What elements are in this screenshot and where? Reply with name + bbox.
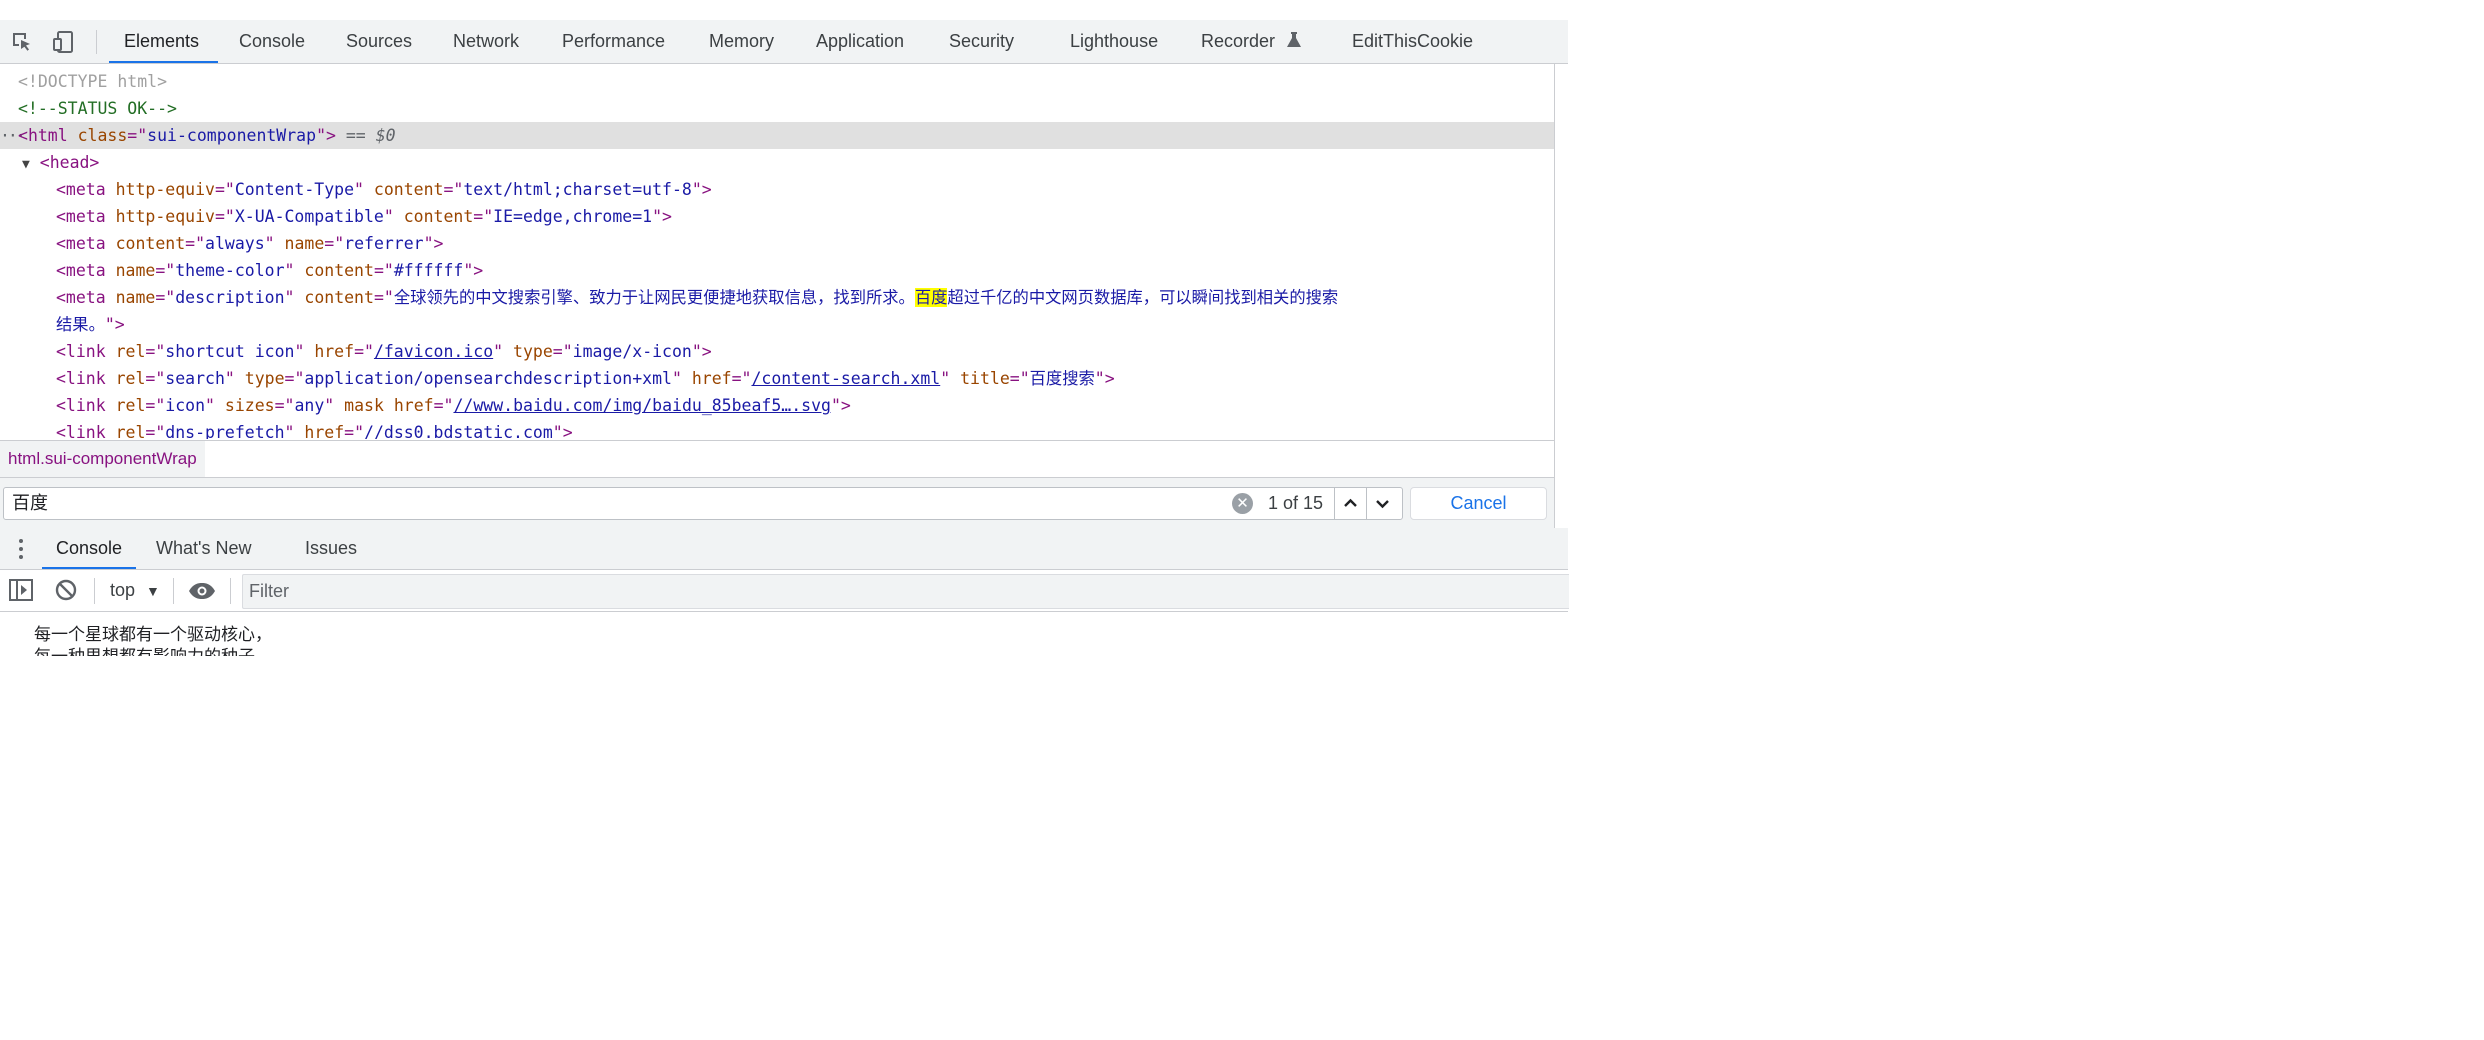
href-link[interactable]: /favicon.ico [374, 342, 493, 361]
dom-node-link[interactable]: <link rel="icon" sizes="any" mask href="… [56, 392, 851, 419]
search-match-highlight: 百度 [914, 288, 948, 307]
href-link[interactable]: //dss0.bdstatic.com [364, 423, 553, 439]
tab-memory[interactable]: Memory [709, 20, 774, 63]
next-match-button[interactable] [1366, 488, 1398, 519]
dom-node-head[interactable]: ▼ <head> [22, 149, 99, 176]
search-input[interactable]: 百度 [12, 488, 48, 519]
tab-sources[interactable]: Sources [346, 20, 412, 63]
tab-network[interactable]: Network [453, 20, 519, 63]
dom-node-meta[interactable]: <meta content="always" name="referrer"> [56, 230, 444, 257]
tab-application[interactable]: Application [816, 20, 904, 63]
dom-tree: <!DOCTYPE html> <!--STATUS OK--> ··· <ht… [0, 64, 1554, 439]
drawer-tab-issues[interactable]: Issues [305, 528, 357, 569]
styles-pane-edge [1554, 64, 1569, 534]
drawer-tab-whats-new[interactable]: What's New [156, 528, 251, 569]
breadcrumb-item-html[interactable]: html.sui-componentWrap [0, 441, 205, 477]
search-match-count: 1 of 15 [1268, 493, 1324, 513]
tab-performance[interactable]: Performance [562, 20, 665, 63]
breadcrumb: html.sui-componentWrap [0, 440, 1554, 477]
context-selector-value: top [110, 580, 136, 600]
clear-search-icon[interactable]: ✕ [1232, 493, 1253, 514]
toolbar-separator [173, 578, 174, 604]
device-toolbar-icon[interactable] [52, 30, 76, 54]
tab-console[interactable]: Console [239, 20, 305, 63]
dom-node-link[interactable]: <link rel="dns-prefetch" href="//dss0.bd… [56, 419, 573, 439]
drawer-tabbar: Console What's New Issues [0, 528, 1568, 570]
devtools-toolbar: Elements Console Sources Network Perform… [0, 20, 1568, 64]
eye-icon[interactable] [188, 582, 216, 600]
console-filter-box [242, 574, 1569, 609]
drawer-menu-icon[interactable] [19, 537, 23, 561]
console-filter-input[interactable] [249, 575, 1549, 608]
dom-node-meta[interactable]: <meta http-equiv="Content-Type" content=… [56, 176, 712, 203]
selected-node-marker: $0 [375, 126, 396, 145]
console-toolbar: top ▼ [0, 570, 1569, 612]
href-link[interactable]: //www.baidu.com/img/baidu_85beaf5….svg [453, 396, 831, 415]
dom-search-box: 百度 ✕ 1 of 15 [3, 487, 1403, 520]
toolbar-separator [94, 578, 95, 604]
context-selector[interactable]: top ▼ [110, 570, 160, 611]
console-output: 每一个星球都有一个驱动核心， 每一种思想都有影响力的种子。 [0, 612, 1568, 656]
sidebar-toggle-icon[interactable] [9, 579, 33, 601]
tab-lighthouse[interactable]: Lighthouse [1070, 20, 1158, 63]
tab-editthiscookie[interactable]: EditThisCookie [1352, 20, 1473, 63]
chevron-down-icon [1376, 500, 1389, 509]
tab-recorder[interactable]: Recorder [1201, 20, 1301, 63]
triangle-down-icon[interactable]: ▼ [22, 157, 30, 172]
drawer-tab-console[interactable]: Console [41, 528, 137, 569]
dom-node-html-selected[interactable]: ··· <html class="sui-componentWrap"> == … [0, 122, 1554, 149]
browser-top-strip [0, 0, 1568, 21]
console-message-line: 每一种思想都有影响力的种子。 [34, 642, 272, 656]
toolbar-separator [96, 30, 97, 54]
dom-node-comment[interactable]: <!--STATUS OK--> [18, 95, 177, 122]
previous-match-button[interactable] [1334, 488, 1366, 519]
cancel-search-button[interactable]: Cancel [1410, 487, 1547, 520]
dom-node-doctype[interactable]: <!DOCTYPE html> [18, 68, 167, 95]
inspect-element-icon[interactable] [10, 30, 34, 54]
dom-node-link[interactable]: <link rel="search" type="application/ope… [56, 365, 1115, 392]
tab-security[interactable]: Security [949, 20, 1014, 63]
clear-console-icon[interactable] [55, 579, 77, 601]
tab-elements[interactable]: Elements [108, 20, 219, 63]
dom-search-bar: 百度 ✕ 1 of 15 Cancel [0, 477, 1554, 530]
dom-node-meta[interactable]: <meta http-equiv="X-UA-Compatible" conte… [56, 203, 672, 230]
toolbar-separator [230, 578, 231, 604]
tab-recorder-label: Recorder [1201, 31, 1276, 51]
triangle-down-icon: ▼ [146, 583, 160, 599]
dom-node-link[interactable]: <link rel="shortcut icon" href="/favicon… [56, 338, 712, 365]
dom-node-meta-description[interactable]: <meta name="description" content="全球领先的中… [56, 284, 1338, 311]
dom-node-meta[interactable]: <meta name="theme-color" content="#fffff… [56, 257, 483, 284]
dom-node-meta-description-wrap: 结果。"> [56, 315, 125, 334]
href-link[interactable]: /content-search.xml [751, 369, 940, 388]
flask-icon [1287, 32, 1301, 47]
chevron-up-icon [1344, 498, 1357, 507]
